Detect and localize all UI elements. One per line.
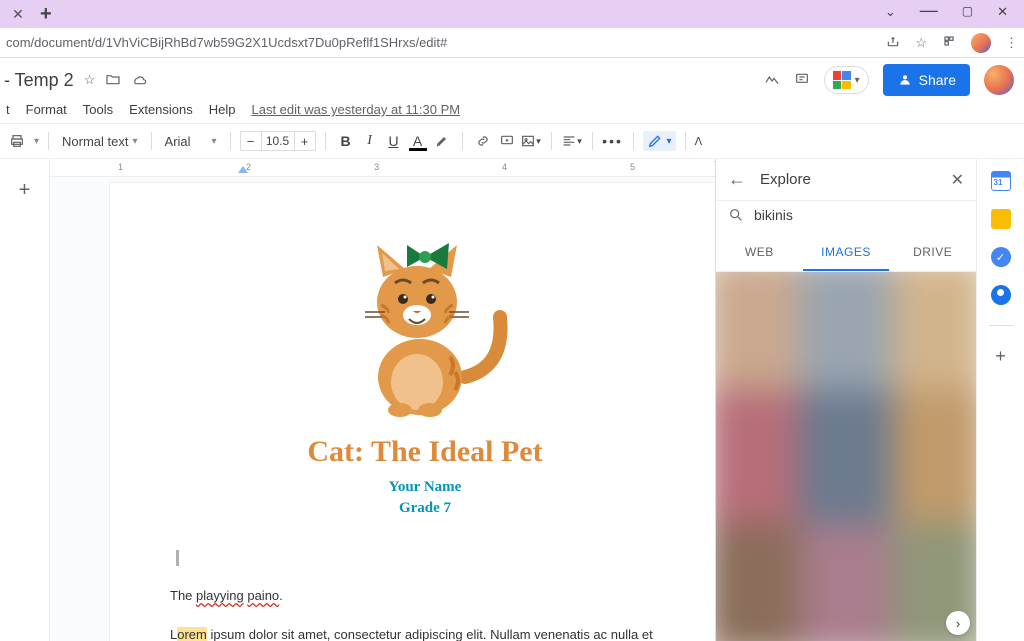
url-text: com/document/d/1VhViCBijRhBd7wb59G2X1Ucd… bbox=[6, 35, 447, 50]
editing-mode-dropdown[interactable]: ▾ bbox=[643, 131, 676, 151]
collapse-toolbar-button[interactable]: ᐱ bbox=[695, 135, 703, 148]
explore-search-row[interactable] bbox=[716, 200, 976, 229]
explore-panel: ← Explore ✕ WEB IMAGES DRIVE › bbox=[715, 159, 976, 641]
extensions-icon[interactable] bbox=[941, 33, 957, 52]
font-size-value[interactable]: 10.5 bbox=[261, 132, 295, 150]
indent-marker-right[interactable] bbox=[714, 161, 715, 168]
docs-toolbar: ▾ Normal text▾ Arial▾ − 10.5 + B I U A ▾… bbox=[0, 123, 1024, 159]
window-maximize-button[interactable]: ▢ bbox=[962, 4, 973, 25]
window-minimize-button[interactable]: — bbox=[920, 0, 938, 21]
horizontal-ruler[interactable]: 1 2 3 4 5 bbox=[50, 159, 715, 177]
insert-image-button[interactable]: ▾ bbox=[520, 129, 542, 153]
text-color-button[interactable]: A bbox=[407, 129, 429, 153]
cat-illustration[interactable] bbox=[325, 227, 525, 427]
google-side-panel: + bbox=[976, 159, 1024, 641]
explore-tab-web[interactable]: WEB bbox=[716, 235, 803, 271]
star-icon[interactable]: ☆ bbox=[84, 72, 96, 88]
insert-comment-button[interactable] bbox=[496, 129, 518, 153]
chevron-down-icon[interactable]: ⌄ bbox=[885, 4, 896, 25]
font-size-decrease[interactable]: − bbox=[241, 134, 261, 149]
outline-rail: + bbox=[0, 159, 50, 641]
font-size-stepper[interactable]: − 10.5 + bbox=[240, 131, 316, 151]
new-tab-button[interactable]: + bbox=[40, 3, 52, 26]
text-cursor bbox=[176, 550, 179, 566]
comment-history-icon[interactable] bbox=[794, 71, 810, 90]
document-title[interactable]: - Temp 2 bbox=[4, 70, 74, 91]
explore-image-results[interactable]: › bbox=[716, 272, 976, 641]
move-icon[interactable] bbox=[105, 71, 121, 90]
last-edit-link[interactable]: Last edit was yesterday at 11:30 PM bbox=[252, 102, 461, 117]
browser-url-bar[interactable]: com/document/d/1VhViCBijRhBd7wb59G2X1Ucd… bbox=[0, 28, 1024, 58]
menu-item-extensions[interactable]: Extensions bbox=[129, 102, 193, 117]
explore-close-button[interactable]: ✕ bbox=[951, 170, 964, 190]
print-icon[interactable] bbox=[6, 129, 28, 153]
side-panel-divider bbox=[989, 325, 1013, 326]
share-button[interactable]: Share bbox=[883, 64, 970, 96]
tasks-icon[interactable] bbox=[991, 247, 1011, 267]
browser-menu-icon[interactable]: ⋮ bbox=[1005, 35, 1018, 51]
side-panel-add-button[interactable]: + bbox=[995, 346, 1006, 367]
docs-title-bar: - Temp 2 ☆ ▾ Share bbox=[0, 58, 1024, 98]
meet-button[interactable]: ▾ bbox=[824, 66, 869, 94]
font-size-increase[interactable]: + bbox=[295, 134, 315, 149]
contacts-icon[interactable] bbox=[991, 285, 1011, 305]
paragraph-style-dropdown[interactable]: Normal text▾ bbox=[58, 132, 142, 151]
insert-link-button[interactable] bbox=[472, 129, 494, 153]
keep-icon[interactable] bbox=[991, 209, 1011, 229]
docs-menu-bar: t Format Tools Extensions Help Last edit… bbox=[0, 98, 1024, 123]
cloud-status-icon[interactable] bbox=[131, 71, 147, 90]
menu-item-format[interactable]: Format bbox=[26, 102, 67, 117]
italic-button[interactable]: I bbox=[359, 129, 381, 153]
align-button[interactable]: ▾ bbox=[561, 129, 583, 153]
account-avatar[interactable] bbox=[984, 65, 1014, 95]
document-subheading[interactable]: Your Name Grade 7 bbox=[170, 477, 680, 519]
menu-item-help[interactable]: Help bbox=[209, 102, 236, 117]
browser-profile-avatar[interactable] bbox=[971, 33, 991, 53]
highlight-color-button[interactable] bbox=[431, 129, 453, 153]
show-outline-button[interactable]: + bbox=[19, 179, 31, 202]
share-page-icon[interactable] bbox=[885, 33, 901, 52]
document-canvas[interactable]: 1 2 3 4 5 bbox=[50, 159, 715, 641]
browser-tab-strip: ✕ + ⌄ — ▢ ✕ bbox=[0, 0, 1024, 28]
explore-next-button[interactable]: › bbox=[946, 611, 970, 635]
explore-search-input[interactable] bbox=[754, 207, 964, 223]
menu-item-tools[interactable]: Tools bbox=[83, 102, 113, 117]
underline-button[interactable]: U bbox=[383, 129, 405, 153]
document-body-text[interactable]: The playying paino. Lorem ipsum dolor si… bbox=[170, 547, 680, 641]
bookmark-star-icon[interactable]: ☆ bbox=[915, 35, 927, 51]
font-family-dropdown[interactable]: Arial▾ bbox=[161, 132, 221, 151]
menu-item[interactable]: t bbox=[6, 102, 10, 117]
window-close-button[interactable]: ✕ bbox=[997, 4, 1008, 25]
explore-tab-drive[interactable]: DRIVE bbox=[889, 235, 976, 271]
document-page[interactable]: Cat: The Ideal Pet Your Name Grade 7 The… bbox=[110, 183, 715, 641]
bold-button[interactable]: B bbox=[335, 129, 357, 153]
more-options-button[interactable]: ••• bbox=[602, 129, 624, 153]
explore-back-button[interactable]: ← bbox=[728, 169, 746, 190]
activity-icon[interactable] bbox=[764, 71, 780, 90]
search-icon bbox=[728, 207, 744, 223]
explore-title: Explore bbox=[760, 171, 811, 188]
explore-tab-images[interactable]: IMAGES bbox=[803, 235, 890, 271]
document-heading[interactable]: Cat: The Ideal Pet bbox=[170, 435, 680, 469]
tab-close-icon[interactable]: ✕ bbox=[12, 6, 24, 23]
calendar-icon[interactable] bbox=[991, 171, 1011, 191]
